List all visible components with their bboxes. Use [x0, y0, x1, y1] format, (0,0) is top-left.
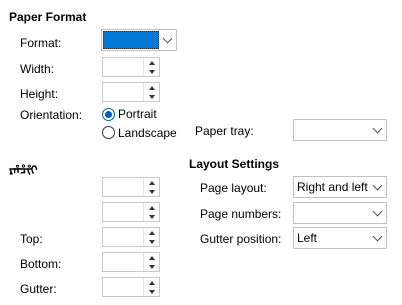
arrow-down-icon: [148, 289, 155, 294]
page-numbers-dropdown-button[interactable]: [368, 203, 386, 223]
format-label: Format:: [20, 36, 62, 50]
arrow-down-icon: [148, 239, 155, 244]
gutter-position-combo[interactable]: Left: [293, 227, 387, 249]
chevron-down-icon: [372, 180, 382, 190]
height-decrement-button[interactable]: [144, 92, 159, 101]
width-spinbox[interactable]: [102, 57, 160, 77]
arrow-up-icon: [148, 280, 155, 285]
arrow-down-icon: [148, 264, 155, 269]
height-increment-button[interactable]: [144, 83, 159, 92]
portrait-radio[interactable]: [102, 108, 115, 121]
arrow-down-icon: [148, 189, 155, 194]
orientation-label: Orientation:: [20, 108, 83, 122]
paper-tray-dropdown-button[interactable]: [368, 120, 386, 140]
format-combo[interactable]: [101, 29, 177, 51]
page-layout-value: Right and left: [297, 180, 368, 194]
landscape-label[interactable]: Landscape: [118, 126, 177, 140]
width-decrement-button[interactable]: [144, 67, 159, 76]
page-layout-combo[interactable]: Right and left: [293, 176, 387, 198]
arrow-up-icon: [148, 205, 155, 210]
inner-margin-spinbox[interactable]: [102, 177, 160, 197]
arrow-down-icon: [148, 69, 155, 74]
top-margin-label: Top:: [20, 232, 43, 246]
page-numbers-combo[interactable]: [293, 202, 387, 224]
gutter-position-label: Gutter position:: [200, 232, 282, 246]
height-label: Height:: [20, 87, 59, 101]
top-margin-decrement-button[interactable]: [144, 237, 159, 246]
arrow-up-icon: [148, 85, 155, 90]
portrait-label[interactable]: Portrait: [118, 107, 157, 121]
format-selected-value: [103, 31, 159, 49]
chevron-down-icon: [372, 231, 382, 241]
width-label: Width:: [20, 62, 55, 76]
gutter-position-dropdown-button[interactable]: [368, 228, 386, 248]
bottom-margin-decrement-button[interactable]: [144, 262, 159, 271]
top-margin-spinbox[interactable]: [102, 227, 160, 247]
outer-margin-decrement-button[interactable]: [144, 212, 159, 221]
bottom-margin-increment-button[interactable]: [144, 253, 159, 262]
paper-tray-combo[interactable]: [293, 119, 387, 141]
gutter-label: Gutter:: [20, 282, 57, 296]
paper-tray-label: Paper tray:: [195, 124, 254, 138]
bottom-margin-label: Bottom:: [20, 257, 62, 271]
arrow-up-icon: [148, 230, 155, 235]
format-dropdown-button[interactable]: [158, 30, 176, 50]
landscape-radio[interactable]: [102, 126, 115, 139]
arrow-down-icon: [148, 214, 155, 219]
chevron-down-icon: [372, 206, 382, 216]
page-layout-label: Page layout:: [200, 181, 267, 195]
bottom-margin-spinbox[interactable]: [102, 252, 160, 272]
chevron-down-icon: [372, 123, 382, 133]
layout-settings-heading: Layout Settings: [189, 157, 280, 171]
arrow-up-icon: [148, 180, 155, 185]
outer-margin-increment-button[interactable]: [144, 203, 159, 212]
page-numbers-label: Page numbers:: [200, 207, 282, 221]
gutter-decrement-button[interactable]: [144, 287, 159, 296]
gutter-position-value: Left: [297, 231, 318, 245]
width-increment-button[interactable]: [144, 58, 159, 67]
paper-format-heading: Paper Format: [9, 10, 87, 24]
gutter-spinbox[interactable]: [102, 277, 160, 297]
gutter-increment-button[interactable]: [144, 278, 159, 287]
height-spinbox[interactable]: [102, 82, 160, 102]
arrow-up-icon: [148, 255, 155, 260]
page-layout-dropdown-button[interactable]: [368, 177, 386, 197]
inner-margin-increment-button[interactable]: [144, 178, 159, 187]
top-margin-increment-button[interactable]: [144, 228, 159, 237]
chevron-down-icon: [162, 33, 172, 43]
arrow-down-icon: [148, 94, 155, 99]
arrow-up-icon: [148, 60, 155, 65]
margins-heading: ᡵᡥᡱᡲᡳ: [9, 163, 39, 177]
inner-margin-decrement-button[interactable]: [144, 187, 159, 196]
outer-margin-spinbox[interactable]: [102, 202, 160, 222]
